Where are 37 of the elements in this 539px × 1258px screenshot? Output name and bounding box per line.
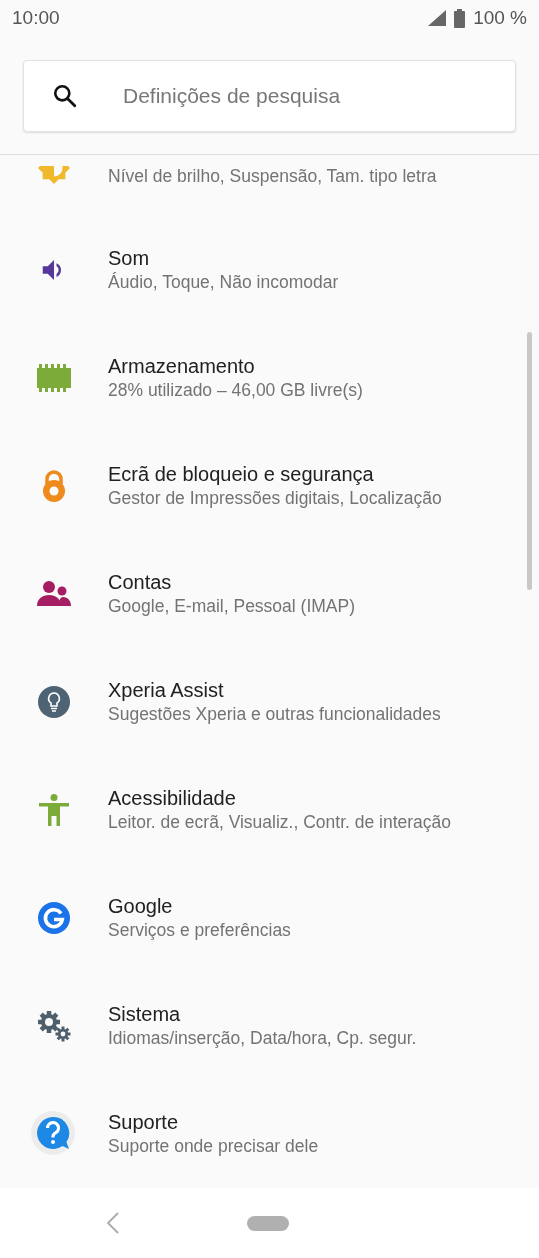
clock-time: 10:00: [12, 5, 60, 30]
battery-icon: [454, 8, 466, 28]
setting-summary: Suporte onde precisar dele: [108, 1135, 319, 1159]
setting-title[interactable]: Acessibilidade: [108, 785, 452, 812]
setting-title[interactable]: Suporte: [108, 1109, 319, 1136]
padlock-icon: [41, 470, 67, 502]
brightness-icon: [37, 166, 71, 185]
setting-summary: Áudio, Toque, Não incomodar: [108, 271, 339, 295]
search-icon: [52, 83, 78, 109]
setting-title[interactable]: Xperia Assist: [108, 677, 441, 704]
setting-summary: 28% utilizado – 46,00 GB livre(s): [108, 379, 363, 403]
setting-title[interactable]: Sistema: [108, 1001, 417, 1028]
search-bar[interactable]: Definições de pesquisa: [23, 60, 516, 132]
setting-summary: Gestor de Impressões digitais, Localização: [108, 487, 442, 511]
setting-summary: Sugestões Xperia e outras funcionalidades: [108, 703, 441, 727]
g-letter-icon: [38, 902, 70, 934]
setting-summary: Nível de brilho, Suspensão, Tam. tipo letra: [108, 165, 437, 188]
accessibility-icon: [39, 794, 69, 826]
setting-summary: Idiomas/inserção, Data/hora, Cp. segur.: [108, 1027, 417, 1051]
setting-summary: Leitor. de ecrã, Visualiz., Contr. de interação: [108, 811, 452, 835]
setting-title[interactable]: Ecrã de bloqueio e segurança: [108, 461, 442, 488]
setting-title[interactable]: Google: [108, 893, 291, 920]
back-icon[interactable]: [107, 1212, 119, 1234]
lightbulb-icon: [38, 686, 70, 718]
setting-summary: Serviços e preferências: [108, 919, 291, 943]
people-icon: [37, 580, 71, 608]
signal-icon: [428, 10, 447, 26]
battery-percent: 100 %: [473, 5, 527, 30]
setting-title[interactable]: Som: [108, 245, 339, 272]
setting-title[interactable]: Contas: [108, 569, 356, 596]
chip-icon: [37, 364, 71, 392]
setting-summary: Google, E-mail, Pessoal (IMAP): [108, 595, 356, 619]
settings-icon: [37, 1010, 71, 1042]
setting-title[interactable]: Armazenamento: [108, 353, 363, 380]
help-icon: [31, 1111, 77, 1157]
search-field[interactable]: Definições de pesquisa: [121, 79, 515, 113]
home-pill[interactable]: [247, 1215, 289, 1231]
